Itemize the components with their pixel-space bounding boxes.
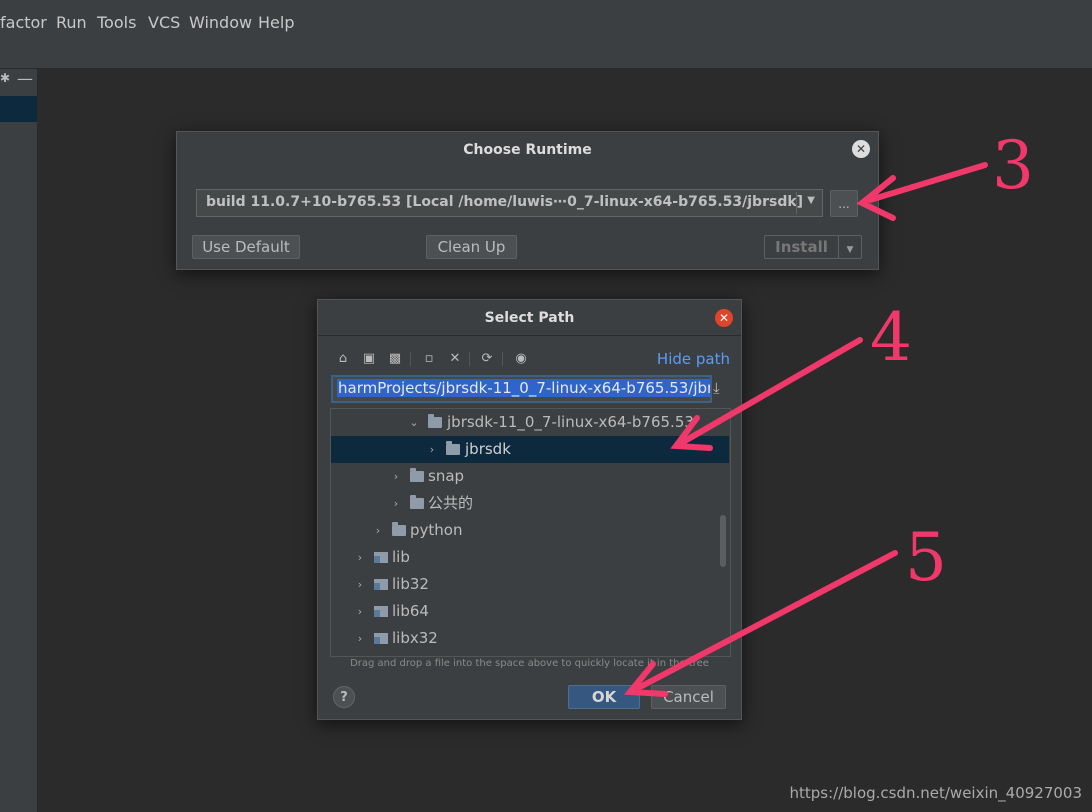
clean-up-button[interactable]: Clean Up: [426, 235, 517, 259]
show-hidden-icon[interactable]: ◉: [512, 351, 530, 366]
folder-icon: [410, 495, 424, 509]
refresh-icon[interactable]: ⟳: [478, 351, 496, 366]
left-tool-strip: ✱ —: [0, 69, 38, 812]
tree-row[interactable]: › 公共的: [331, 490, 729, 517]
folder-icon: [392, 522, 406, 536]
install-button[interactable]: Install: [764, 235, 839, 259]
tree-row[interactable]: › libx32: [331, 625, 729, 652]
folder-icon: [428, 414, 442, 428]
menu-help[interactable]: Help: [258, 13, 294, 32]
watermark: https://blog.csdn.net/weixin_40927003: [789, 784, 1082, 802]
toolbar-separator: [410, 352, 411, 366]
toolbar-separator: [502, 352, 503, 366]
minimize-icon[interactable]: —: [17, 69, 33, 88]
tree-row-label: 公共的: [428, 494, 474, 512]
delete-icon[interactable]: ✕: [446, 351, 464, 366]
menu-refactor[interactable]: factor: [0, 13, 47, 32]
tree-scrollbar[interactable]: [720, 515, 726, 567]
file-chooser-toolbar: ⌂ ▣ ▩ ▫ ✕ ⟳ ◉: [334, 351, 544, 369]
runtime-select-value: build 11.0.7+10-b765.53 [Local /home/luw…: [206, 194, 804, 210]
folder-icon: [446, 441, 460, 455]
tree-row[interactable]: › python: [331, 517, 729, 544]
tree-row-label: lib32: [392, 575, 429, 593]
project-folder-icon[interactable]: ▩: [386, 351, 404, 366]
gear-icon[interactable]: ✱: [0, 71, 10, 85]
runtime-select[interactable]: build 11.0.7+10-b765.53 [Local /home/luw…: [196, 189, 823, 217]
tree-row-label: jbrsdk-11_0_7-linux-x64-b765.53: [447, 413, 694, 431]
ok-button[interactable]: OK: [568, 685, 640, 709]
annotation-3: 3: [992, 127, 1034, 204]
home-icon[interactable]: ⌂: [334, 351, 352, 366]
tree-row-label: jbrsdk: [465, 440, 511, 458]
chevron-down-icon[interactable]: ▼: [807, 195, 815, 206]
use-default-button[interactable]: Use Default: [192, 235, 300, 259]
menubar: factor Run Tools VCS Window Help: [0, 0, 1092, 69]
link-folder-icon: [374, 579, 388, 590]
tree-row-selected[interactable]: › jbrsdk: [331, 436, 729, 463]
chevron-right-icon[interactable]: ›: [371, 517, 385, 544]
link-folder-icon: [374, 633, 388, 644]
chevron-right-icon[interactable]: ›: [389, 490, 403, 517]
selected-tool-item[interactable]: [0, 96, 37, 122]
new-folder-icon[interactable]: ▫: [420, 351, 438, 366]
download-icon[interactable]: ⤓: [713, 379, 720, 397]
tree-row-label: python: [410, 521, 463, 539]
menu-window[interactable]: Window: [189, 13, 252, 32]
dialog-title: Choose Runtime: [463, 142, 592, 158]
chevron-right-icon[interactable]: ›: [353, 544, 367, 571]
desktop-icon[interactable]: ▣: [360, 351, 378, 366]
chevron-right-icon[interactable]: ›: [425, 436, 439, 463]
tree-row[interactable]: › lib64: [331, 598, 729, 625]
link-folder-icon: [374, 552, 388, 563]
chevron-right-icon[interactable]: ›: [389, 463, 403, 490]
close-icon[interactable]: ✕: [715, 309, 733, 327]
folder-icon: [410, 468, 424, 482]
file-tree[interactable]: ⌄ jbrsdk-11_0_7-linux-x64-b765.53 › jbrs…: [330, 408, 731, 657]
dropdown-divider: [796, 192, 797, 214]
menu-run[interactable]: Run: [56, 13, 87, 32]
path-input-value: harmProjects/jbrsdk-11_0_7-linux-x64-b76…: [337, 379, 710, 397]
dialog-title: Select Path: [484, 310, 575, 326]
tree-row[interactable]: ⌄ jbrsdk-11_0_7-linux-x64-b765.53: [331, 409, 729, 436]
cancel-button[interactable]: Cancel: [651, 685, 726, 709]
arrow-3: [867, 162, 988, 203]
browse-button[interactable]: ...: [830, 190, 858, 217]
select-path-dialog: Select Path ✕ ⌂ ▣ ▩ ▫ ✕ ⟳ ◉ Hide path ha…: [317, 299, 742, 720]
menu-vcs[interactable]: VCS: [148, 13, 180, 32]
link-folder-icon: [374, 606, 388, 617]
hide-path-link[interactable]: Hide path: [657, 350, 730, 368]
drag-drop-hint: Drag and drop a file into the space abov…: [350, 658, 709, 669]
tree-row-label: lib64: [392, 602, 429, 620]
annotation-5: 5: [905, 519, 947, 596]
chevron-right-icon[interactable]: ›: [353, 598, 367, 625]
path-input[interactable]: harmProjects/jbrsdk-11_0_7-linux-x64-b76…: [331, 375, 712, 403]
install-dropdown-button[interactable]: ▼: [838, 235, 862, 259]
tree-row[interactable]: › snap: [331, 463, 729, 490]
annotation-4: 4: [870, 299, 912, 376]
toolbar-separator: [469, 352, 470, 366]
menu-tools[interactable]: Tools: [97, 13, 136, 32]
tree-row[interactable]: › lib32: [331, 571, 729, 598]
close-icon[interactable]: ✕: [852, 140, 870, 158]
chevron-down-icon: ▼: [846, 245, 854, 255]
tree-row[interactable]: › lib: [331, 544, 729, 571]
title-separator: [318, 335, 741, 336]
chevron-down-icon[interactable]: ⌄: [407, 409, 421, 436]
help-button[interactable]: ?: [333, 686, 355, 708]
tree-row-label: snap: [428, 467, 465, 485]
chevron-right-icon[interactable]: ›: [353, 571, 367, 598]
choose-runtime-dialog: Choose Runtime ✕ build 11.0.7+10-b765.53…: [176, 131, 879, 270]
tree-row-label: libx32: [392, 629, 438, 647]
chevron-right-icon[interactable]: ›: [353, 625, 367, 652]
tree-row-label: lib: [392, 548, 410, 566]
